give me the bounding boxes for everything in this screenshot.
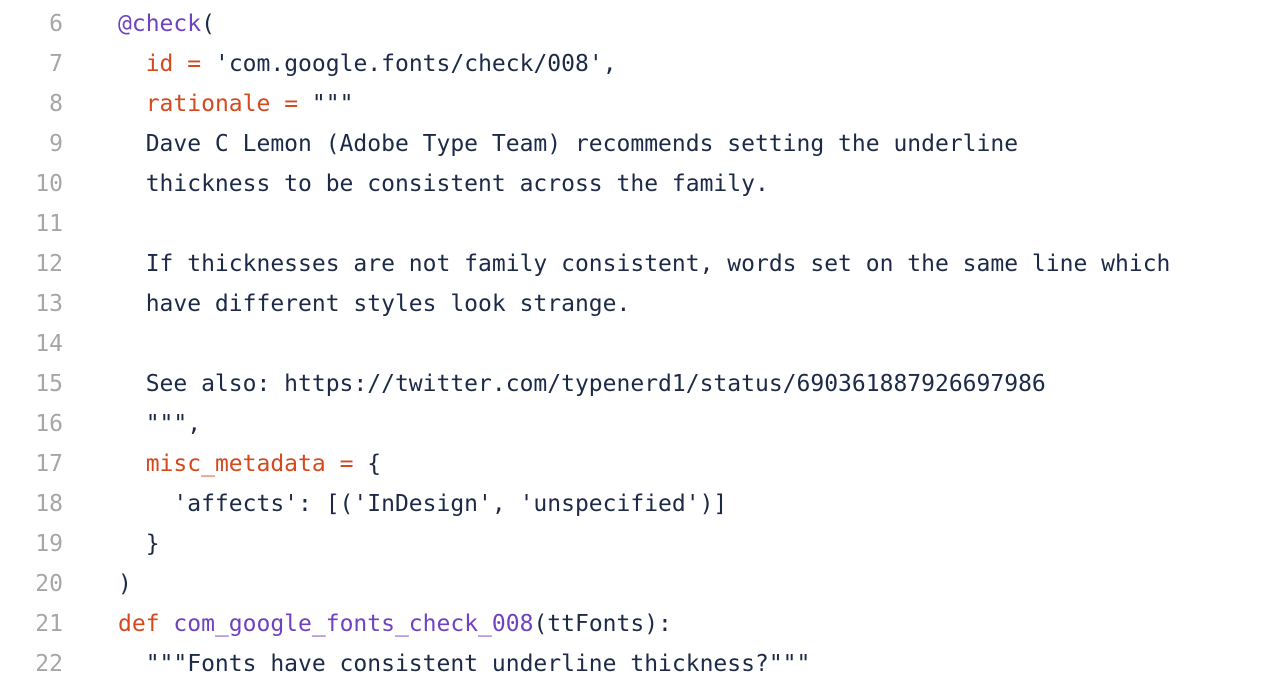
line-number: 13	[35, 291, 63, 317]
code-token: (	[201, 11, 215, 37]
code-line: 6 @check(	[0, 4, 1278, 44]
code-line: 12 If thicknesses are not family consist…	[0, 244, 1278, 284]
code-line: 19 }	[0, 524, 1278, 564]
code-token: {	[353, 451, 382, 477]
code-text: Dave C Lemon (Adobe Type Team) recommend…	[63, 124, 1278, 164]
line-number: 22	[35, 651, 63, 677]
code-line: 9 Dave C Lemon (Adobe Type Team) recomme…	[0, 124, 1278, 164]
line-number: 20	[35, 571, 63, 597]
code-text: See also: https://twitter.com/typenerd1/…	[63, 364, 1278, 404]
code-line: 18 'affects': [('InDesign', 'unspecified…	[0, 484, 1278, 524]
code-text: }	[63, 524, 1278, 564]
code-token: id	[145, 51, 174, 77]
code-token: =	[187, 51, 202, 77]
line-number: 8	[49, 91, 63, 117]
code-line: 10 thickness to be consistent across the…	[0, 164, 1278, 204]
code-text: @check(	[63, 4, 1278, 44]
code-text: thickness to be consistent across the fa…	[63, 164, 1278, 204]
code-text: )	[63, 564, 1278, 604]
code-token: =	[284, 91, 299, 117]
code-text: id = 'com.google.fonts/check/008',	[63, 44, 1278, 84]
line-number: 11	[35, 211, 63, 237]
code-token: =	[339, 451, 354, 477]
code-token: (ttFonts):	[533, 611, 672, 637]
code-token: )	[118, 571, 132, 597]
code-token: thickness to be consistent across the fa…	[118, 171, 769, 197]
code-text: If thicknesses are not family consistent…	[63, 244, 1278, 284]
code-line: 15 See also: https://twitter.com/typener…	[0, 364, 1278, 404]
line-number: 10	[35, 171, 63, 197]
code-token: }	[118, 531, 160, 557]
code-token: @check	[118, 11, 202, 37]
code-token: """	[298, 91, 354, 117]
code-line: 21 def com_google_fonts_check_008(ttFonts…	[0, 604, 1278, 644]
code-token: def	[118, 611, 160, 637]
code-text: misc_metadata = {	[63, 444, 1278, 484]
code-line: 22 """Fonts have consistent underline th…	[0, 644, 1278, 684]
code-text: """,	[63, 404, 1278, 444]
line-number: 19	[35, 531, 63, 557]
code-line: 14	[0, 324, 1278, 364]
line-number: 18	[35, 491, 63, 517]
code-token: have different styles look strange.	[118, 291, 631, 317]
code-token: misc_metadata	[145, 451, 326, 477]
code-text: rationale = """	[63, 84, 1278, 124]
code-line: 13 have different styles look strange.	[0, 284, 1278, 324]
code-text: def com_google_fonts_check_008(ttFonts):	[63, 604, 1278, 644]
code-line: 7 id = 'com.google.fonts/check/008',	[0, 44, 1278, 84]
line-number: 16	[35, 411, 63, 437]
line-number: 21	[35, 611, 63, 637]
code-text: 'affects': [('InDesign', 'unspecified')]	[63, 484, 1278, 524]
code-line: 17 misc_metadata = {	[0, 444, 1278, 484]
code-token: If thicknesses are not family consistent…	[118, 251, 1171, 277]
line-number: 6	[49, 11, 63, 37]
code-text: """Fonts have consistent underline thick…	[63, 644, 1278, 684]
code-line: 8 rationale = """	[0, 84, 1278, 124]
line-number: 15	[35, 371, 63, 397]
line-number: 7	[49, 51, 63, 77]
line-number: 17	[35, 451, 63, 477]
code-token: See also: https://twitter.com/typenerd1/…	[118, 371, 1046, 397]
code-token: """,	[118, 411, 202, 437]
code-viewer: 6 @check(7 id = 'com.google.fonts/check/0…	[0, 4, 1278, 684]
code-token: Dave C Lemon (Adobe Type Team) recommend…	[118, 131, 1019, 157]
code-token: """Fonts have consistent underline thick…	[118, 651, 811, 677]
line-number: 12	[35, 251, 63, 277]
code-text: have different styles look strange.	[63, 284, 1278, 324]
code-line: 16 """,	[0, 404, 1278, 444]
code-token: rationale	[145, 91, 271, 117]
line-number: 9	[49, 131, 63, 157]
code-token: com_google_fonts_check_008	[173, 611, 534, 637]
code-line: 11	[0, 204, 1278, 244]
code-token: 'com.google.fonts/check/008',	[201, 51, 617, 77]
line-number: 14	[35, 331, 63, 357]
code-token: 'affects': [('InDesign', 'unspecified')]	[118, 491, 728, 517]
code-line: 20)	[0, 564, 1278, 604]
